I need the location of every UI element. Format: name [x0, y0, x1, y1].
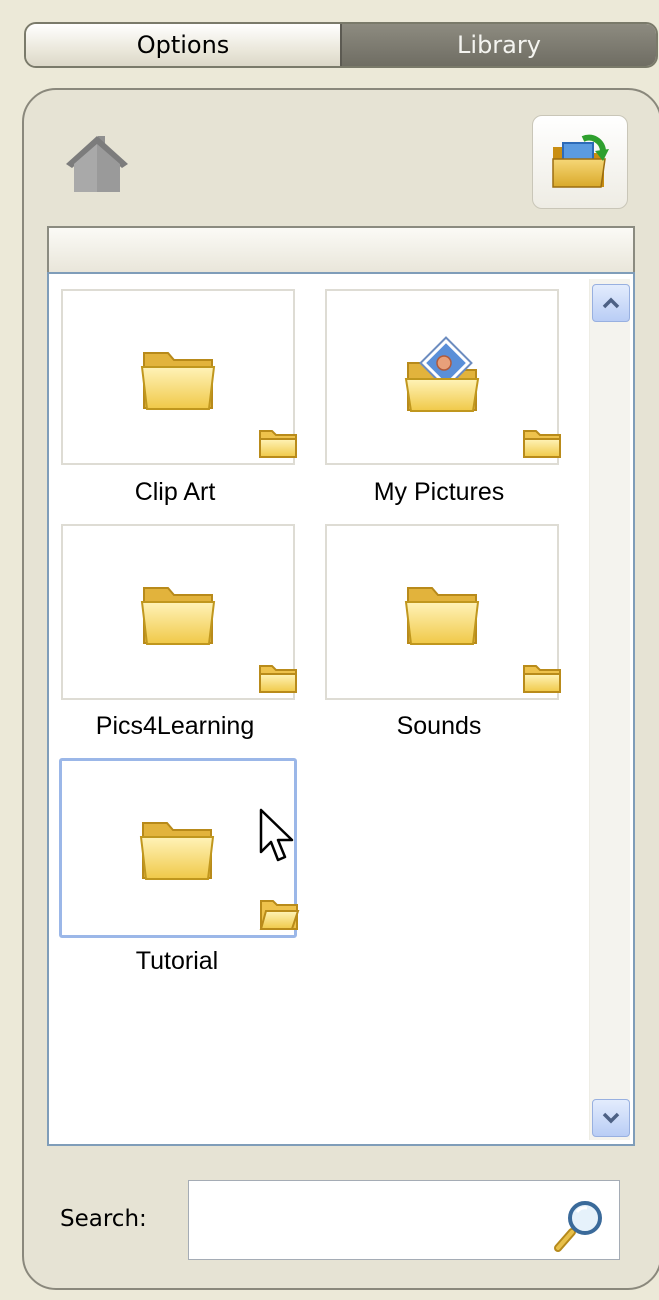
search-label: Search: [60, 1206, 147, 1232]
search-icon[interactable] [552, 1196, 608, 1256]
folder-badge-icon [523, 430, 561, 458]
mouse-cursor-icon [259, 808, 294, 862]
tab-library-label: Library [457, 31, 541, 59]
open-folder-badge-icon [259, 900, 300, 930]
chevron-up-icon [602, 297, 620, 309]
folder-icon [404, 587, 480, 645]
tab-bar: Options Library [24, 22, 658, 68]
scroll-up-button[interactable] [592, 284, 630, 322]
chevron-down-icon [602, 1112, 620, 1124]
library-item-label: Pics4Learning [95, 712, 255, 740]
tab-library[interactable]: Library [340, 24, 656, 66]
vertical-scrollbar[interactable] [589, 279, 630, 1140]
scroll-down-button[interactable] [592, 1099, 630, 1137]
folder-badge-icon [259, 430, 297, 458]
library-item-sounds[interactable] [325, 524, 561, 700]
tab-options[interactable]: Options [26, 24, 340, 66]
library-item-pics4learning[interactable] [61, 524, 297, 700]
path-bar [47, 226, 635, 272]
library-item-label: Clip Art [134, 478, 216, 506]
open-folder-button[interactable] [532, 115, 628, 209]
open-folder-icon [552, 134, 609, 188]
library-item-label: Sounds [396, 712, 482, 740]
tab-options-label: Options [136, 31, 230, 59]
library-item-label: My Pictures [373, 478, 505, 506]
folder-badge-icon [523, 665, 561, 693]
folder-icon [140, 587, 216, 645]
my-pictures-folder-icon [404, 336, 480, 412]
library-item-label: Tutorial [135, 947, 219, 975]
folder-icon [140, 352, 216, 410]
folder-badge-icon [259, 665, 297, 693]
library-item-my-pictures[interactable] [325, 289, 561, 465]
library-item-clip-art[interactable] [61, 289, 297, 465]
home-icon[interactable] [62, 128, 132, 202]
folder-icon [139, 822, 215, 880]
